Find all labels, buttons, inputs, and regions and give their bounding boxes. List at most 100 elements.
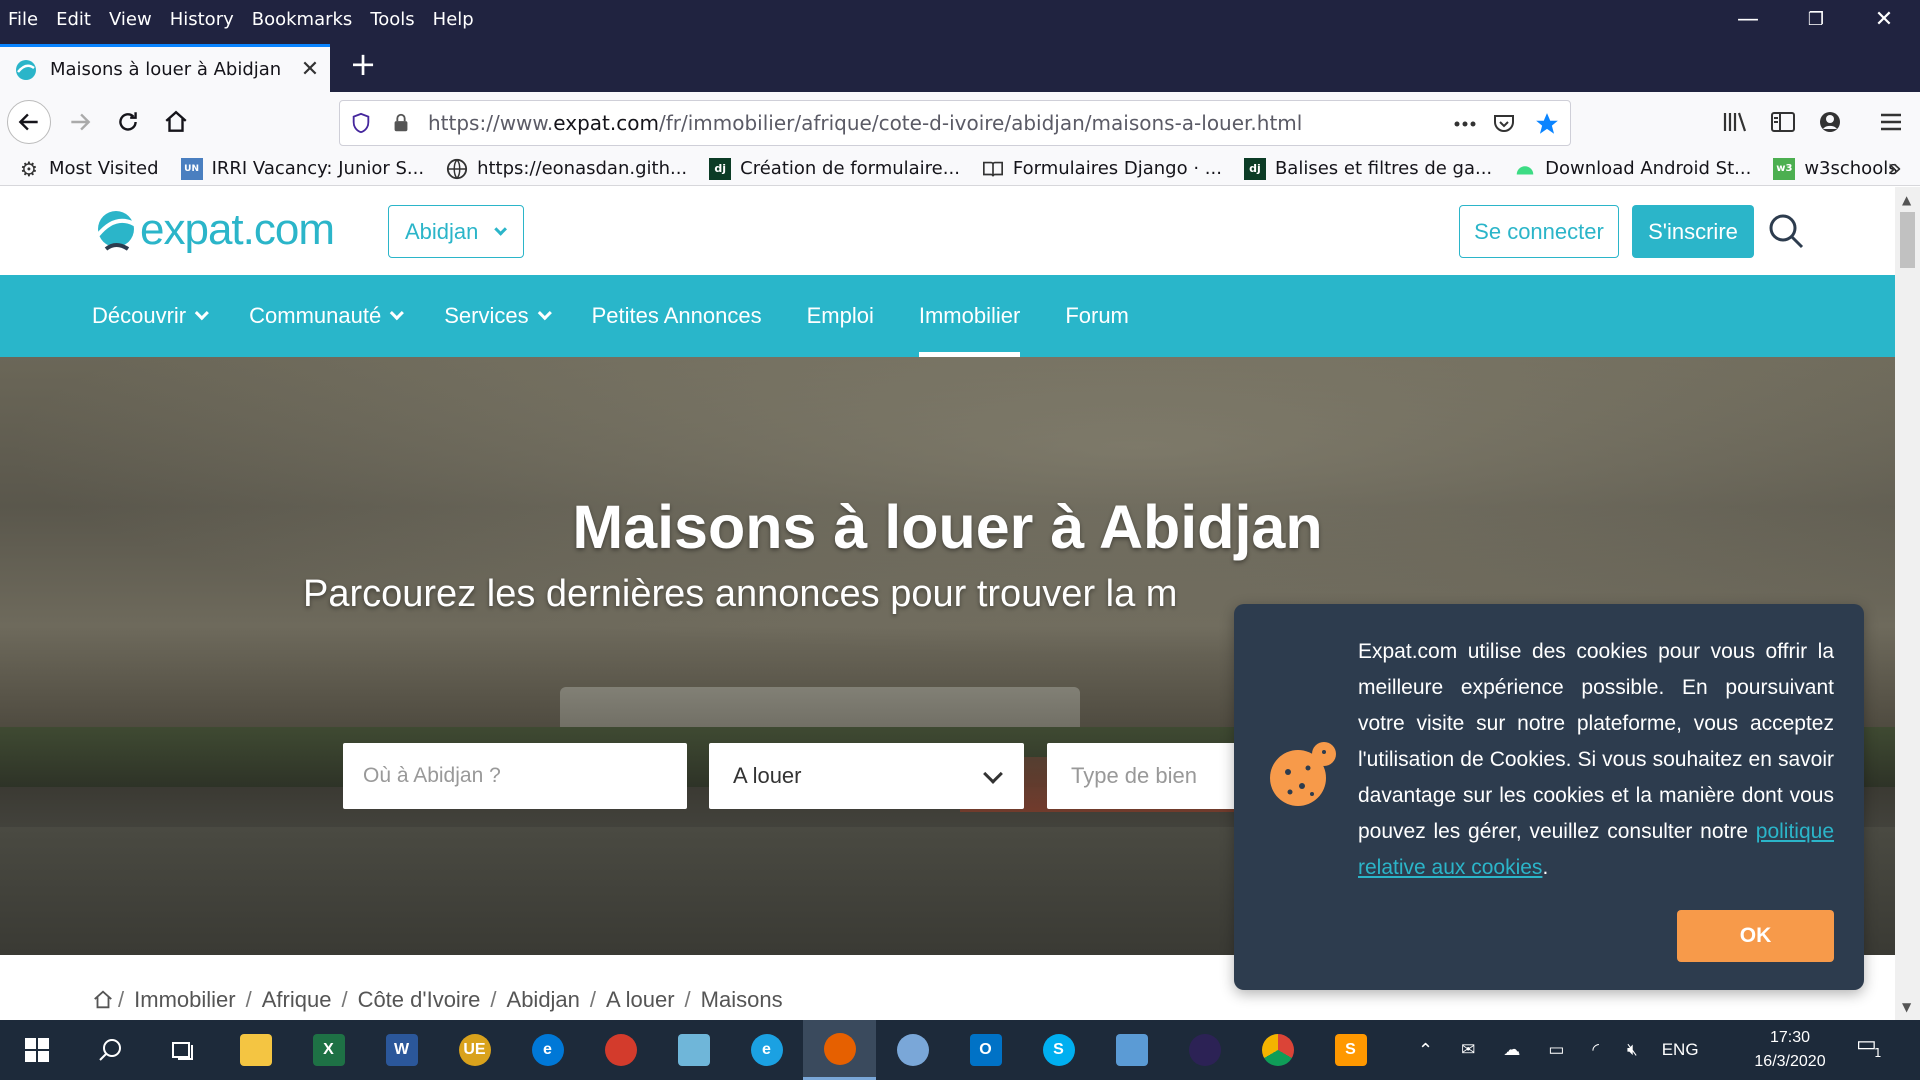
mail-icon[interactable]: ✉ (1461, 1040, 1475, 1060)
wifi-icon[interactable]: ◜ (1592, 1040, 1599, 1060)
spiral-app-icon (604, 1034, 637, 1066)
new-tab-button[interactable]: + (346, 44, 380, 84)
bookmark-star-icon[interactable] (1534, 111, 1560, 137)
menu-bookmarks[interactable]: Bookmarks (243, 9, 362, 30)
back-button[interactable] (7, 100, 51, 144)
chevron-up-icon[interactable]: ⌃ (1418, 1040, 1433, 1061)
url-bar[interactable]: https://www.expat.com/fr/immobilier/afri… (339, 100, 1571, 146)
tab-active[interactable]: Maisons à louer à Abidjan ✕ (0, 44, 330, 92)
property-type-select[interactable]: Type de bien (1047, 743, 1247, 809)
account-icon[interactable] (1818, 110, 1842, 134)
bookmark-android[interactable]: Download Android St... (1514, 158, 1751, 180)
expat-logo[interactable]: expat.com (92, 205, 335, 255)
taskbar-paint[interactable] (876, 1020, 949, 1080)
taskbar-sublime[interactable]: S (1314, 1020, 1387, 1080)
bookmark-most-visited[interactable]: ⚙ Most Visited (18, 157, 159, 181)
home-icon[interactable] (92, 989, 114, 1011)
sidebar-icon[interactable] (1770, 110, 1796, 134)
taskbar-search[interactable] (73, 1020, 146, 1080)
hamburger-menu-icon[interactable] (1878, 110, 1904, 134)
scroll-down-icon[interactable]: ▼ (1902, 1000, 1911, 1014)
bookmark-label: Création de formulaire... (740, 158, 960, 179)
taskbar-ue-app[interactable]: UE (438, 1020, 511, 1080)
taskbar-excel[interactable]: X (292, 1020, 365, 1080)
menu-edit[interactable]: Edit (47, 9, 100, 30)
nav-services[interactable]: Services (444, 275, 552, 357)
taskbar-control-panel[interactable] (1095, 1020, 1168, 1080)
firefox-icon (823, 1032, 856, 1065)
bookmark-creation-formulaire[interactable]: dj Création de formulaire... (709, 157, 960, 180)
bookmarks-overflow-icon[interactable]: » (1887, 154, 1902, 182)
cookie-text-end: . (1542, 856, 1549, 879)
taskbar-word[interactable]: W (365, 1020, 438, 1080)
tracking-shield-icon[interactable] (350, 112, 372, 134)
reload-button[interactable] (106, 100, 150, 144)
url-text[interactable]: https://www.expat.com/fr/immobilier/afri… (428, 111, 1302, 135)
restore-button[interactable]: ❐ (1782, 0, 1850, 38)
minimize-button[interactable]: — (1714, 0, 1782, 38)
start-button[interactable] (0, 1020, 73, 1080)
w3schools-icon: w3 (1773, 157, 1796, 180)
breadcrumb-item[interactable]: A louer (606, 987, 675, 1013)
taskbar-outlook[interactable]: O (949, 1020, 1022, 1080)
menu-view[interactable]: View (100, 9, 161, 30)
breadcrumb-item[interactable]: Abidjan (507, 987, 580, 1013)
nav-communaute[interactable]: Communauté (249, 275, 405, 357)
breadcrumb-item[interactable]: Afrique (262, 987, 332, 1013)
search-icon[interactable] (1766, 211, 1806, 251)
bookmark-label: w3schools (1804, 158, 1898, 179)
taskbar-edge[interactable]: e (511, 1020, 584, 1080)
battery-icon[interactable]: ▭ (1548, 1040, 1564, 1060)
taskbar-notepad-app[interactable] (657, 1020, 730, 1080)
onedrive-icon[interactable]: ☁ (1503, 1040, 1520, 1060)
action-center-icon[interactable]: ▭ 1 (1856, 1032, 1896, 1068)
transaction-select[interactable]: A louer (709, 743, 1024, 809)
bookmark-w3schools[interactable]: w3 w3schools (1773, 157, 1898, 180)
login-button[interactable]: Se connecter (1459, 205, 1619, 258)
nav-decouvrir[interactable]: Découvrir (92, 275, 210, 357)
cookie-ok-button[interactable]: OK (1677, 910, 1834, 962)
nav-immobilier[interactable]: Immobilier (918, 275, 1021, 357)
signup-button[interactable]: S'inscrire (1632, 205, 1754, 258)
home-button[interactable] (154, 100, 198, 144)
task-view-button[interactable] (146, 1020, 219, 1080)
cookie-banner: Expat.com utilise des cookies pour vous … (1234, 604, 1864, 990)
taskbar-chrome[interactable] (1241, 1020, 1314, 1080)
scroll-thumb[interactable] (1900, 212, 1915, 268)
bookmark-eonasdan[interactable]: https://eonasdan.gith... (446, 158, 687, 180)
pocket-icon[interactable] (1492, 112, 1516, 136)
taskbar-internet-explorer[interactable]: e (730, 1020, 803, 1080)
language-indicator[interactable]: ENG (1662, 1040, 1699, 1060)
library-icon[interactable] (1722, 110, 1748, 134)
page-scrollbar[interactable]: ▲ ▼ (1895, 187, 1920, 1020)
taskbar-file-explorer[interactable] (219, 1020, 292, 1080)
nav-forum[interactable]: Forum (1065, 275, 1129, 357)
menu-file[interactable]: File (0, 9, 47, 30)
taskbar-eclipse[interactable] (1168, 1020, 1241, 1080)
city-select[interactable]: Abidjan (388, 205, 524, 258)
nav-emploi[interactable]: Emploi (807, 275, 874, 357)
windows-taskbar: X W UE e e O S S ⌃ ✉ ☁ ▭ ◜ 🔇︎ ENG 17:30 … (0, 1020, 1920, 1080)
scroll-up-icon[interactable]: ▲ (1902, 193, 1911, 207)
breadcrumb-item[interactable]: Immobilier (134, 987, 235, 1013)
lock-icon[interactable] (390, 112, 412, 134)
menu-help[interactable]: Help (424, 9, 483, 30)
bookmark-irri[interactable]: UN IRRI Vacancy: Junior S... (180, 157, 424, 180)
clock[interactable]: 17:30 16/3/2020 (1740, 1026, 1840, 1074)
taskbar-spiral-app[interactable] (584, 1020, 657, 1080)
taskbar-skype[interactable]: S (1022, 1020, 1095, 1080)
close-window-button[interactable]: ✕ (1850, 0, 1918, 38)
tab-close-icon[interactable]: ✕ (290, 57, 330, 82)
nav-petites-annonces[interactable]: Petites Annonces (592, 275, 762, 357)
page-actions-icon[interactable] (1452, 113, 1478, 135)
bookmark-formulaires-django[interactable]: Formulaires Django · ... (982, 158, 1222, 180)
menu-history[interactable]: History (161, 9, 243, 30)
location-input[interactable]: Où à Abidjan ? (343, 743, 687, 809)
forward-button[interactable] (58, 100, 102, 144)
breadcrumb-item[interactable]: Côte d'Ivoire (358, 987, 481, 1013)
volume-muted-icon[interactable]: 🔇︎ (1627, 1040, 1638, 1060)
bookmark-balises[interactable]: dj Balises et filtres de ga... (1243, 157, 1492, 180)
chevron-down-icon (537, 306, 552, 321)
taskbar-firefox[interactable] (803, 1020, 876, 1080)
menu-tools[interactable]: Tools (361, 9, 423, 30)
